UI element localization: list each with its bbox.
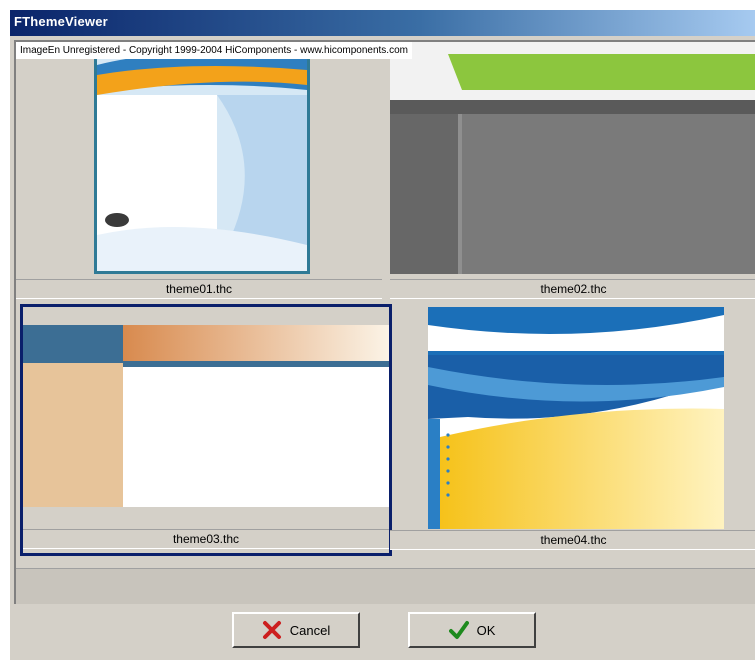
thumbnail-theme04[interactable]: theme04.thc: [390, 304, 755, 556]
status-strip: [16, 568, 755, 604]
theme03-preview: [23, 307, 389, 527]
cancel-button[interactable]: Cancel: [232, 612, 360, 648]
theme03-preview-image: [23, 307, 389, 527]
cancel-button-label: Cancel: [289, 622, 331, 638]
theme01-preview-image: [97, 45, 307, 271]
theme-viewer-window: FThemeViewer ImageEn Unregistered - Copy…: [10, 10, 755, 660]
thumbnail-theme02[interactable]: theme02.thc: [390, 42, 755, 300]
ok-button[interactable]: OK: [408, 612, 536, 648]
theme02-preview-image: [390, 42, 755, 274]
unregistered-watermark: ImageEn Unregistered - Copyright 1999-20…: [16, 42, 412, 59]
ok-button-label: OK: [476, 622, 496, 638]
green-check-icon: [448, 620, 469, 640]
thumbnail-caption: theme02.thc: [390, 279, 755, 299]
theme04-preview-image: [428, 307, 724, 529]
theme04-preview: [428, 307, 724, 529]
thumbnail-theme01[interactable]: theme01.thc: [16, 42, 386, 300]
theme02-preview: [390, 42, 755, 274]
thumbnail-caption: theme01.thc: [16, 279, 382, 299]
thumbnail-theme03[interactable]: theme03.thc: [23, 307, 389, 553]
theme01-preview: [94, 42, 310, 274]
thumbnail-caption: theme03.thc: [23, 529, 389, 549]
window-title: FThemeViewer: [14, 14, 108, 29]
title-bar[interactable]: FThemeViewer: [10, 10, 755, 36]
thumbnail-grid[interactable]: ImageEn Unregistered - Copyright 1999-20…: [14, 40, 755, 604]
red-x-icon: [262, 620, 282, 640]
thumbnail-caption: theme04.thc: [390, 530, 755, 550]
